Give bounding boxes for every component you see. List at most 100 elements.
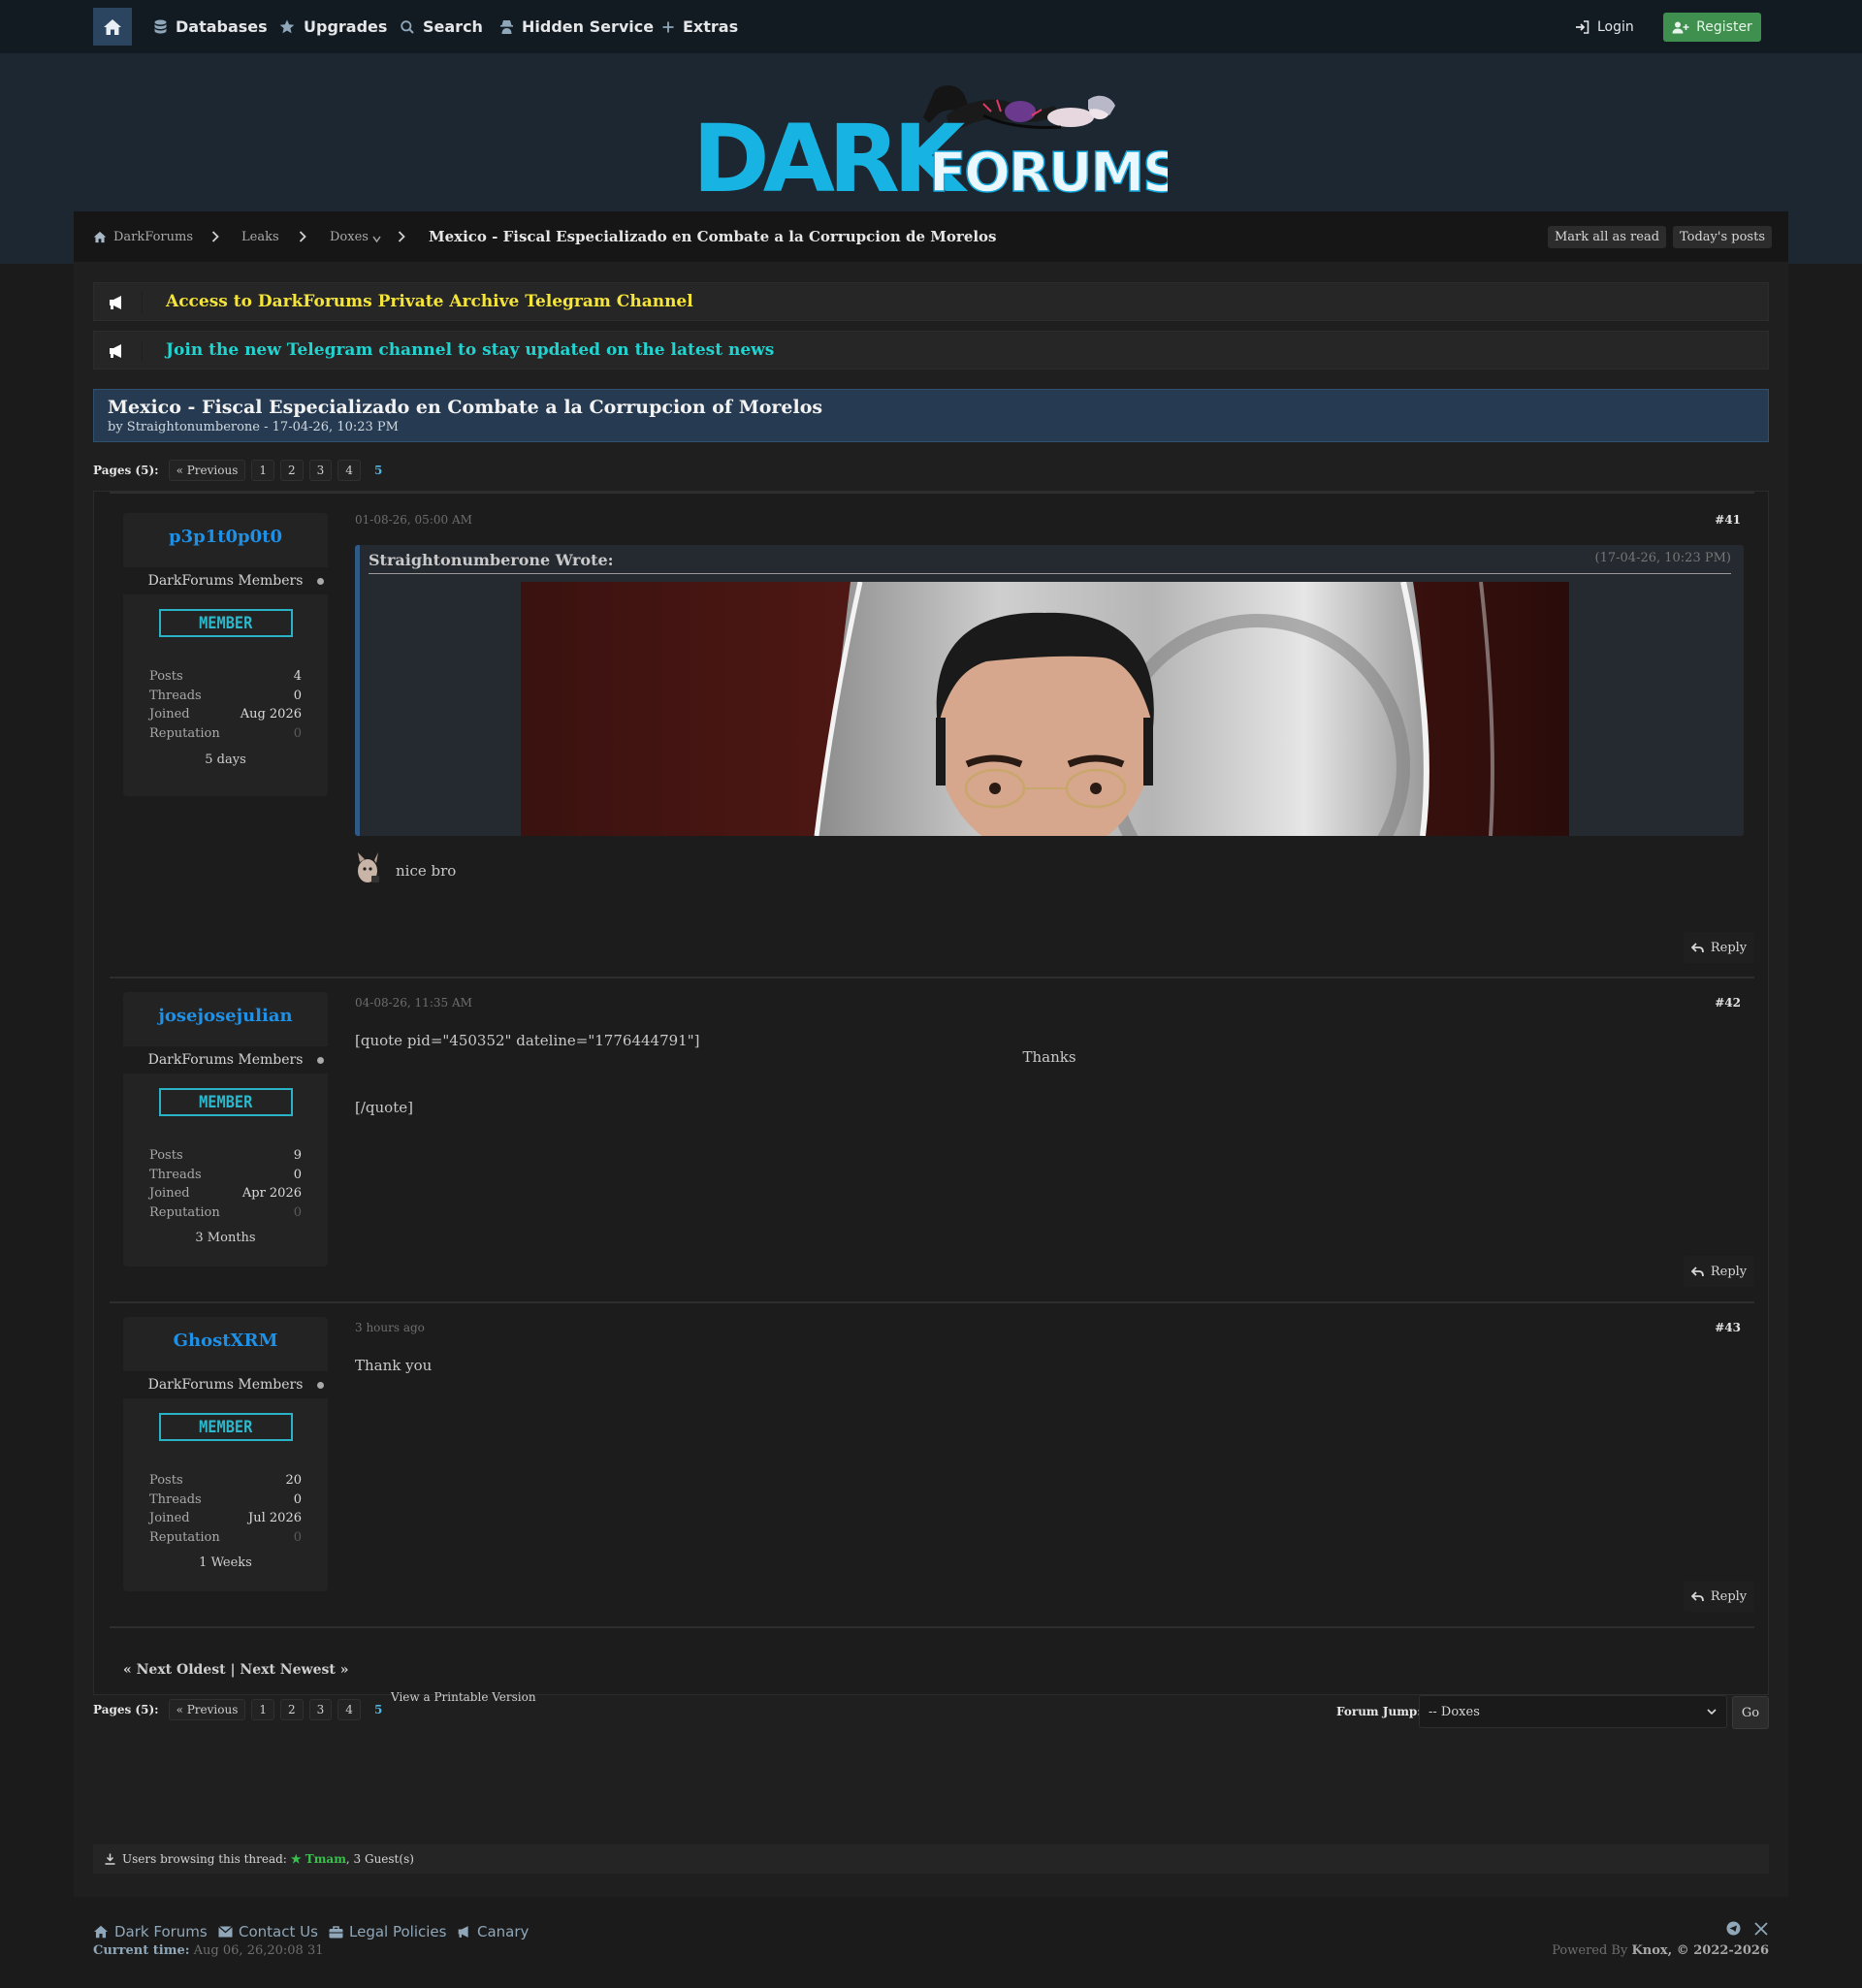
nav-databases-label: Databases xyxy=(176,17,268,36)
breadcrumb-home[interactable]: DarkForums xyxy=(93,211,193,262)
reply-label: Reply xyxy=(1710,1264,1748,1279)
pagination-previous[interactable]: « Previous xyxy=(168,1699,246,1720)
bullhorn-icon xyxy=(108,292,143,313)
breadcrumb-doxes[interactable]: Doxes xyxy=(330,211,381,262)
user-stat-reputation: Reputation 0 xyxy=(149,723,302,743)
quote-block: Straightonumberone Wrote: (17-04-26, 10:… xyxy=(355,545,1744,836)
reply-button[interactable]: Reply xyxy=(1684,1581,1754,1612)
post-number-link[interactable]: #42 xyxy=(1715,996,1741,1010)
footer-link-label: Canary xyxy=(477,1923,530,1940)
member-badge-label: MEMBER xyxy=(199,1417,253,1437)
pagination-page-4[interactable]: 4 xyxy=(337,1699,361,1720)
nav-hidden-service[interactable]: Hidden Service xyxy=(500,0,654,53)
user-account-age: 3 Months xyxy=(195,1231,256,1245)
pagination-page-2[interactable]: 2 xyxy=(280,460,304,481)
pagination-page-2[interactable]: 2 xyxy=(280,1699,304,1720)
printable-version-link[interactable]: View a Printable Version xyxy=(391,1690,536,1704)
pagination-previous[interactable]: « Previous xyxy=(168,460,246,481)
stat-label: Posts xyxy=(149,668,183,684)
user-card: josejosejulian DarkForums Members MEMBER… xyxy=(123,992,328,1267)
sign-in-icon xyxy=(1576,19,1589,34)
user-group-label: DarkForums Members xyxy=(147,1377,304,1393)
post-body-line: [quote pid="450352" dateline="1776444791… xyxy=(355,1032,700,1049)
nav-upgrades[interactable]: Upgrades xyxy=(279,0,387,53)
bullhorn-icon xyxy=(458,1926,468,1938)
browsing-user-link[interactable]: ★ Tmam xyxy=(291,1852,346,1866)
chevron-right-icon xyxy=(398,211,405,262)
user-group: DarkForums Members xyxy=(123,1371,328,1398)
stat-label: Reputation xyxy=(149,1204,220,1220)
pagination-page-1[interactable]: 1 xyxy=(251,1699,275,1720)
stat-label: Reputation xyxy=(149,725,220,741)
breadcrumb-home-label: DarkForums xyxy=(113,229,193,244)
user-stat-reputation: Reputation 0 xyxy=(149,1527,302,1547)
pagination-page-4[interactable]: 4 xyxy=(337,460,361,481)
x-twitter-icon[interactable] xyxy=(1754,1921,1768,1940)
breadcrumb-leaks[interactable]: Leaks xyxy=(241,211,279,262)
logo-dark-text: DARK xyxy=(692,105,969,212)
stat-value[interactable]: 0 xyxy=(294,1205,302,1220)
forum-jump-go-button[interactable]: Go xyxy=(1732,1696,1769,1729)
mark-all-read-label: Mark all as read xyxy=(1555,230,1660,244)
login-label: Login xyxy=(1597,18,1634,35)
darkforums-logo[interactable]: DARK FORUMS xyxy=(692,77,1182,213)
offline-status-dot xyxy=(317,1057,324,1064)
user-card: GhostXRM DarkForums Members MEMBER Posts… xyxy=(123,1317,328,1591)
pagination-page-3[interactable]: 3 xyxy=(308,1699,333,1720)
todays-posts-button[interactable]: Today's posts xyxy=(1673,226,1772,248)
register-button[interactable]: Register xyxy=(1663,13,1761,42)
spy-icon xyxy=(500,20,513,34)
nav-extras[interactable]: Extras xyxy=(662,0,738,53)
mark-all-read-button[interactable]: Mark all as read xyxy=(1548,226,1667,248)
user-group-label: DarkForums Members xyxy=(147,573,304,589)
announcement-telegram[interactable]: Join the new Telegram channel to stay up… xyxy=(93,331,1769,369)
browsing-suffix: , 3 Guest(s) xyxy=(345,1852,414,1866)
stat-value[interactable]: 0 xyxy=(294,726,302,741)
footer-link-contact[interactable]: Contact Us xyxy=(218,1922,318,1941)
reply-button[interactable]: Reply xyxy=(1684,1256,1754,1287)
user-stat-joined: Joined Jul 2026 xyxy=(149,1508,302,1527)
login-link[interactable]: Login xyxy=(1575,0,1634,53)
reply-label: Reply xyxy=(1710,940,1748,955)
user-stat-threads: Threads 0 xyxy=(149,1490,302,1509)
nav-hidden-service-label: Hidden Service xyxy=(522,17,655,36)
thread-byline: by Straightonumberone - 17-04-26, 10:23 … xyxy=(108,420,399,434)
chevron-right-icon xyxy=(211,211,219,262)
user-account-age: 5 days xyxy=(205,753,246,767)
next-oldest-newest-links[interactable]: « Next Oldest | Next Newest » xyxy=(123,1662,348,1678)
footer-link-canary[interactable]: Canary xyxy=(457,1922,529,1941)
powered-by-link[interactable]: Knox xyxy=(1631,1943,1667,1958)
post-date: 01-08-26, 05:00 AM xyxy=(355,513,472,527)
post-number-link[interactable]: #43 xyxy=(1715,1321,1741,1334)
footer xyxy=(0,1897,1862,1988)
username-link[interactable]: GhostXRM xyxy=(123,1331,328,1351)
stat-label: Threads xyxy=(149,1491,202,1507)
breadcrumb-doxes-label: Doxes xyxy=(330,229,369,244)
username-link[interactable]: p3p1t0p0t0 xyxy=(123,527,328,547)
posts-list: p3p1t0p0t0 DarkForums Members MEMBER Pos… xyxy=(93,491,1769,1695)
footer-link-dark-forums[interactable]: Dark Forums xyxy=(93,1922,208,1941)
divider xyxy=(110,1626,1754,1628)
username-link[interactable]: josejosejulian xyxy=(123,1006,328,1026)
home-button[interactable] xyxy=(93,8,132,46)
forum-jump-select[interactable]: -- Doxes xyxy=(1419,1695,1727,1728)
stat-label: Reputation xyxy=(149,1529,220,1545)
post-number-link[interactable]: #41 xyxy=(1715,513,1741,527)
stat-value: 0 xyxy=(293,1167,302,1182)
telegram-icon[interactable] xyxy=(1726,1921,1741,1940)
powered-prefix: Powered By xyxy=(1552,1943,1628,1958)
reply-button[interactable]: Reply xyxy=(1684,932,1754,963)
nav-search[interactable]: Search xyxy=(401,0,483,53)
stat-value[interactable]: 0 xyxy=(294,1530,302,1545)
nav-databases[interactable]: Databases xyxy=(154,0,268,53)
announcement-telegram-text: Join the new Telegram channel to stay up… xyxy=(166,340,775,360)
announcement-archive[interactable]: Access to DarkForums Private Archive Tel… xyxy=(93,282,1769,321)
post: p3p1t0p0t0 DarkForums Members MEMBER Pos… xyxy=(110,494,1754,977)
pagination-page-1[interactable]: 1 xyxy=(251,460,275,481)
quote-date: (17-04-26, 10:23 PM) xyxy=(1594,551,1731,565)
pagination-label: Pages (5): xyxy=(93,464,159,477)
footer-link-legal[interactable]: Legal Policies xyxy=(329,1922,446,1941)
todays-posts-label: Today's posts xyxy=(1680,230,1765,244)
pagination-page-3[interactable]: 3 xyxy=(308,460,333,481)
pagination-label: Pages (5): xyxy=(93,1703,159,1716)
